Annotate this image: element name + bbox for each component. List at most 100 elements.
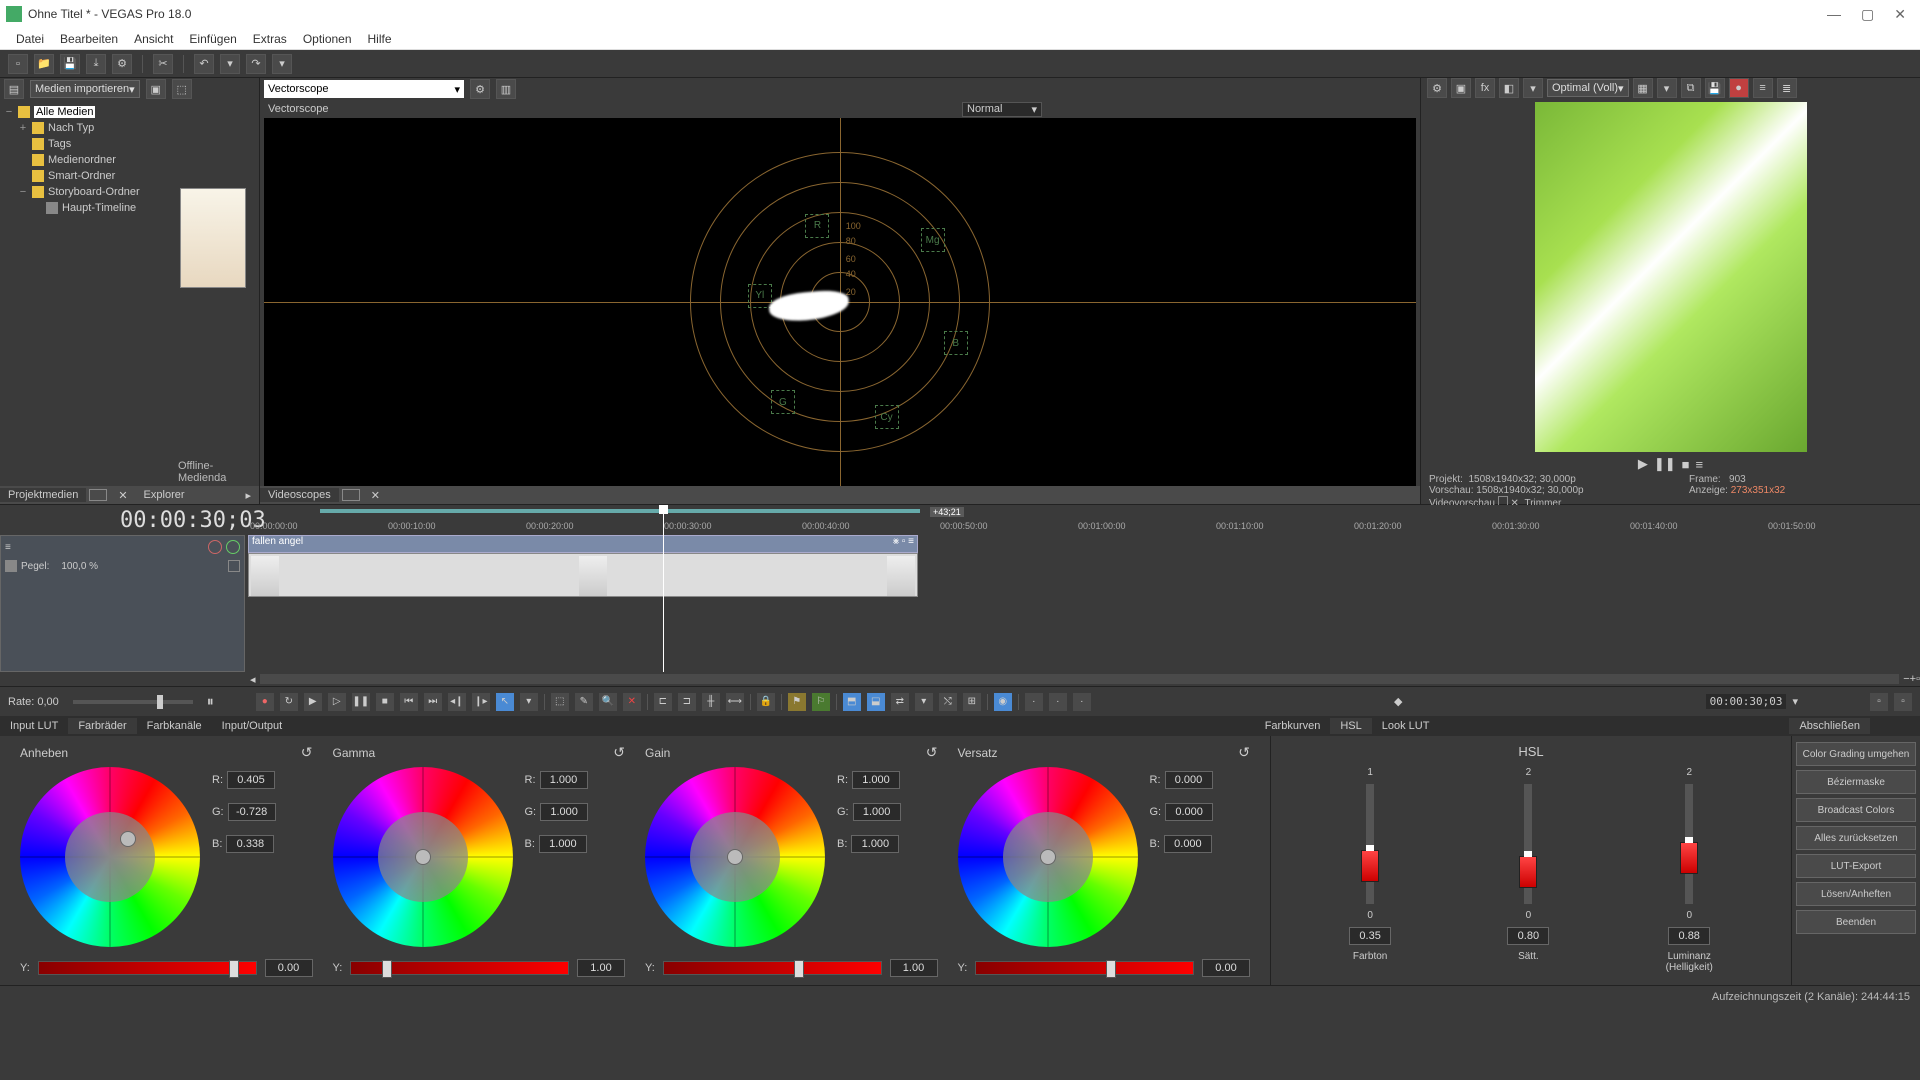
wheel-0-b[interactable] <box>226 835 274 853</box>
track-fx-icon[interactable] <box>228 560 240 572</box>
tab-farbkurven[interactable]: Farbkurven <box>1255 718 1331 734</box>
track-automation-icon[interactable] <box>226 540 240 554</box>
envelope-tool-button[interactable]: ✎ <box>575 693 593 711</box>
redo-icon[interactable]: ↷ <box>246 54 266 74</box>
prev-b-icon[interactable]: ≣ <box>1777 78 1797 98</box>
save-icon[interactable]: 💾 <box>60 54 80 74</box>
delete-button[interactable]: ✕ <box>623 693 641 711</box>
prev-dd-icon[interactable]: ▾ <box>1523 78 1543 98</box>
undo-icon[interactable]: ↶ <box>194 54 214 74</box>
tab-abschliessen[interactable]: Abschließen <box>1789 718 1870 734</box>
selection-tool-button[interactable]: ⬚ <box>551 693 569 711</box>
wheel-reset-3[interactable]: ↺ <box>1238 744 1250 761</box>
ripple-dd-button[interactable]: ▾ <box>915 693 933 711</box>
menu-extras[interactable]: Extras <box>245 30 295 48</box>
wheel-0-y-slider[interactable] <box>38 961 257 975</box>
new-icon[interactable]: ▫ <box>8 54 28 74</box>
timeline-ruler[interactable]: +43;21 00:00:00:00 00:00:10:00 00:00:20:… <box>250 505 1910 535</box>
timeline-scroll-left-icon[interactable]: ◂ <box>250 673 256 686</box>
preview-quality-dropdown[interactable]: Optimal (Voll) ▾ <box>1547 79 1629 97</box>
loop-button[interactable]: ↻ <box>280 693 298 711</box>
wheel-2-g[interactable] <box>853 803 901 821</box>
trim-start-button[interactable]: ⊏ <box>654 693 672 711</box>
pause-button[interactable]: ❚❚ <box>352 693 370 711</box>
next-frame-button[interactable]: ❙▸ <box>472 693 490 711</box>
misc2-button[interactable]: · <box>1049 693 1067 711</box>
tab-farbraeder[interactable]: Farbräder <box>68 718 136 734</box>
prev-frame-button[interactable]: ◂❙ <box>448 693 466 711</box>
tree-smart-ordner[interactable]: Smart-Ordner <box>48 170 115 182</box>
misc1-button[interactable]: · <box>1025 693 1043 711</box>
preview-pause-icon[interactable]: ❚❚ <box>1654 456 1676 472</box>
auto-ripple-button[interactable]: ⇄ <box>891 693 909 711</box>
motion-icon[interactable] <box>5 560 17 572</box>
hsl-value-0[interactable] <box>1349 927 1391 945</box>
stop-button[interactable]: ■ <box>376 693 394 711</box>
maximize-icon[interactable]: ▢ <box>1861 6 1874 23</box>
timecode-dd-icon[interactable]: ▾ <box>1792 695 1798 708</box>
rate-slider[interactable] <box>73 700 193 704</box>
wheel-reset-0[interactable]: ↺ <box>301 744 313 761</box>
tree-nach-typ[interactable]: Nach Typ <box>48 122 94 134</box>
tab-input-output[interactable]: Input/Output <box>212 718 293 734</box>
record-icon[interactable]: ● <box>1729 78 1749 98</box>
auto-crossfade-button[interactable]: ⤭ <box>939 693 957 711</box>
wheel-reset-2[interactable]: ↺ <box>926 744 938 761</box>
wheel-1-r[interactable] <box>540 771 588 789</box>
cut-icon[interactable]: ✂ <box>153 54 173 74</box>
scope-settings-icon[interactable]: ⚙ <box>470 79 490 99</box>
color-wheel-0[interactable] <box>20 767 200 947</box>
transport-timecode[interactable]: 00:00:30;03 <box>1706 694 1787 709</box>
color-grading-button[interactable]: ◉ <box>994 693 1012 711</box>
undock-scope-icon[interactable] <box>342 489 360 501</box>
prev-fx-icon[interactable]: fx <box>1475 78 1495 98</box>
tree-tags[interactable]: Tags <box>48 138 71 150</box>
properties-icon[interactable]: ⚙ <box>112 54 132 74</box>
open-icon[interactable]: 📁 <box>34 54 54 74</box>
get-media-icon[interactable]: ⬚ <box>172 79 192 99</box>
slip-button[interactable]: ⟷ <box>726 693 744 711</box>
wheel-0-y[interactable] <box>265 959 313 977</box>
hsl-slider-0[interactable] <box>1366 784 1374 904</box>
record-button[interactable]: ● <box>256 693 274 711</box>
hsl-value-1[interactable] <box>1507 927 1549 945</box>
wheel-2-y[interactable] <box>890 959 938 977</box>
track-header[interactable]: ≡ Pegel: 100,0 % <box>0 535 245 672</box>
wheel-2-r[interactable] <box>852 771 900 789</box>
menu-bearbeiten[interactable]: Bearbeiten <box>52 30 126 48</box>
prev-save-icon[interactable]: 💾 <box>1705 78 1725 98</box>
close-scope-icon[interactable]: ✕ <box>363 488 388 503</box>
track-list-icon[interactable]: ≡ <box>5 542 11 553</box>
hsl-value-2[interactable] <box>1668 927 1710 945</box>
scroll-tabs-icon[interactable]: ▸ <box>237 488 259 503</box>
tab-projektmedien[interactable]: Projektmedien <box>0 488 86 502</box>
prev-copy-icon[interactable]: ⧉ <box>1681 78 1701 98</box>
tree-medienordner[interactable]: Medienordner <box>48 154 116 166</box>
timeline-scrollbar[interactable] <box>260 674 1900 684</box>
redo-dd-icon[interactable]: ▾ <box>272 54 292 74</box>
tab-farbkanaele[interactable]: Farbkanäle <box>137 718 212 734</box>
undock-icon[interactable] <box>89 489 107 501</box>
scope-type-dropdown[interactable]: Vectorscope▾ <box>264 80 464 98</box>
prev-ext-icon[interactable]: ▣ <box>1451 78 1471 98</box>
prev-overlay-icon[interactable]: ▾ <box>1657 78 1677 98</box>
tree-alle-medien[interactable]: Alle Medien <box>34 106 95 118</box>
preview-stop-icon[interactable]: ■ <box>1682 457 1690 472</box>
wheel-1-y-slider[interactable] <box>350 961 569 975</box>
preview-menu-icon[interactable]: ≡ <box>1696 457 1704 472</box>
play-button[interactable]: ▷ <box>328 693 346 711</box>
wheel-2-b[interactable] <box>851 835 899 853</box>
play-start-button[interactable]: ▶ <box>304 693 322 711</box>
prev-grid-icon[interactable]: ▦ <box>1633 78 1653 98</box>
prev-split-icon[interactable]: ◧ <box>1499 78 1519 98</box>
tl-opt2-button[interactable]: ▫ <box>1894 693 1912 711</box>
prev-a-icon[interactable]: ≡ <box>1753 78 1773 98</box>
wheel-3-b[interactable] <box>1164 835 1212 853</box>
minimize-icon[interactable]: — <box>1827 6 1841 23</box>
color-wheel-3[interactable] <box>958 767 1138 947</box>
tab-explorer[interactable]: Explorer <box>136 488 193 502</box>
scope-mode-dropdown[interactable]: Normal▾ <box>962 102 1042 117</box>
side-button-0[interactable]: Color Grading umgehen <box>1796 742 1916 766</box>
wheel-0-r[interactable] <box>227 771 275 789</box>
views-icon[interactable]: ▤ <box>4 79 24 99</box>
